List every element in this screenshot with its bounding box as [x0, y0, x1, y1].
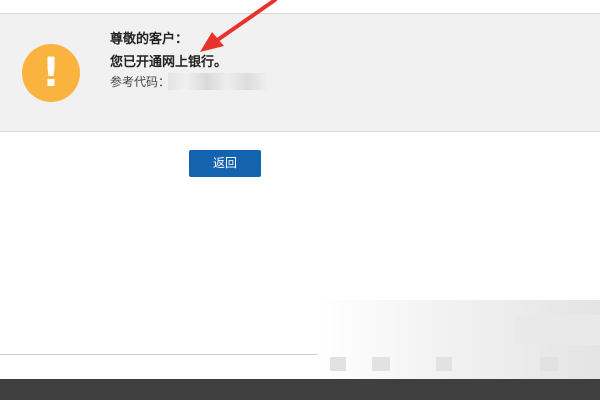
greeting-text: 尊敬的客户： [110, 32, 189, 47]
page: ! 尊敬的客户： 您已开通网上银行。 参考代码： 返回 [0, 0, 600, 400]
back-button[interactable]: 返回 [189, 150, 261, 177]
watermark-block [330, 357, 346, 371]
reference-label: 参考代码： [110, 75, 171, 89]
notice-panel: ! [0, 14, 600, 132]
watermark-block [372, 357, 390, 371]
watermark-block [515, 315, 600, 345]
footer-bar [0, 379, 600, 400]
watermark-block [540, 357, 558, 371]
exclamation-circle-icon: ! [22, 44, 80, 102]
bottom-divider [0, 354, 318, 355]
message-text: 您已开通网上银行。 [110, 55, 228, 70]
reference-code-redacted [168, 73, 270, 90]
watermark-block [436, 357, 452, 371]
